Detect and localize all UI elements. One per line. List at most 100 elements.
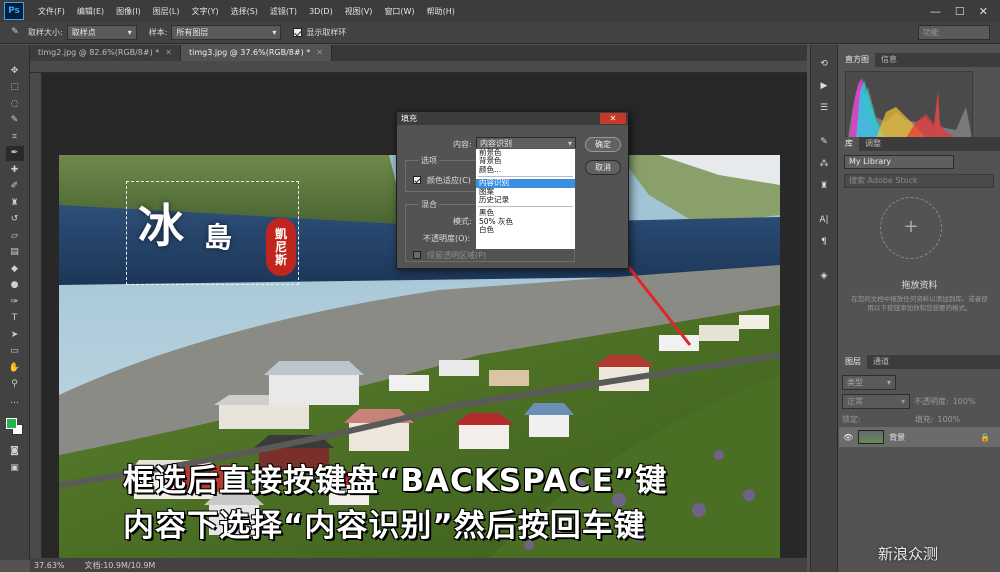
tab-channels[interactable]: 通道 bbox=[867, 355, 895, 369]
close-window-button[interactable]: ✕ bbox=[979, 5, 988, 18]
library-panel: 库 调整 My Library 搜索 Adobe Stock + 拖放资料 在您… bbox=[839, 137, 1000, 350]
paragraph-icon[interactable]: ¶ bbox=[816, 235, 832, 249]
dodge-tool-icon[interactable]: ● bbox=[6, 278, 24, 293]
layer-kind-filter[interactable]: 类型 ▾ bbox=[842, 374, 896, 390]
history-icon[interactable]: ⟲ bbox=[816, 57, 832, 71]
menu-filter[interactable]: 滤镜(T) bbox=[264, 6, 303, 17]
library-select[interactable]: My Library bbox=[844, 155, 954, 169]
brush-settings-icon[interactable]: ✎ bbox=[816, 135, 832, 149]
menu-help[interactable]: 帮助(H) bbox=[421, 6, 461, 17]
menu-view[interactable]: 视图(V) bbox=[339, 6, 379, 17]
dropdown-item-white[interactable]: 白色 bbox=[476, 225, 575, 234]
sample-size-select[interactable]: 取样点 ▾ bbox=[66, 25, 137, 40]
3d-icon[interactable]: ◈ bbox=[816, 269, 832, 283]
clone-stamp-tool-icon[interactable]: ♜ bbox=[6, 195, 24, 210]
layer-opacity-value[interactable]: 100% bbox=[953, 397, 976, 406]
hand-tool-icon[interactable]: ✋ bbox=[6, 360, 24, 375]
quick-mask-icon[interactable]: ◙ bbox=[6, 444, 24, 459]
crop-tool-icon[interactable]: ⌗ bbox=[6, 129, 24, 144]
menu-window[interactable]: 窗口(W) bbox=[378, 6, 420, 17]
seal-char: 凱 bbox=[274, 226, 287, 241]
menu-select[interactable]: 选择(S) bbox=[225, 6, 264, 17]
dialog-title-bar[interactable]: 填充 bbox=[397, 112, 628, 125]
blend-mode-select[interactable]: 正常 ▾ bbox=[842, 393, 910, 409]
menu-layer[interactable]: 图层(L) bbox=[147, 6, 186, 17]
show-ring-checkbox[interactable] bbox=[293, 28, 303, 37]
document-tabs: timg2.jpg @ 82.6%(RGB/8#) * ✕ timg3.jpg @… bbox=[30, 45, 807, 61]
seal-char: 尼 bbox=[274, 239, 287, 254]
dialog-close-button[interactable]: ✕ bbox=[600, 113, 626, 124]
history-brush-tool-icon[interactable]: ↺ bbox=[6, 212, 24, 227]
workspace-select[interactable]: 功能 bbox=[918, 25, 990, 40]
library-help-text: 在您的文档中拖放任何资料以添加到库。或者使用以下按钮添加你和您想要的格式。 bbox=[851, 295, 988, 312]
fill-value[interactable]: 100% bbox=[937, 415, 960, 424]
preserve-transparency-label: 保留透明区域(P) bbox=[427, 251, 487, 260]
eyedropper-tool-icon[interactable]: ✒ bbox=[5, 145, 24, 161]
add-asset-icon[interactable]: + bbox=[880, 197, 942, 259]
tab-adjustments[interactable]: 调整 bbox=[859, 137, 887, 151]
dropdown-item-color[interactable]: 颜色... bbox=[476, 165, 575, 174]
tools-panel: ✥ ⬚ ◌ ✎ ⌗ ✒ ✚ ✐ ♜ ↺ ▱ ▤ ◆ ● ✑ T ➤ ▭ ✋ ⚲ … bbox=[0, 45, 30, 560]
more-tools-icon[interactable]: … bbox=[6, 393, 24, 408]
menu-edit[interactable]: 编辑(E) bbox=[71, 6, 110, 17]
blur-tool-icon[interactable]: ◆ bbox=[6, 261, 24, 276]
color-adapt-checkbox[interactable] bbox=[413, 176, 421, 184]
eyedropper-preset-icon[interactable]: ✎ bbox=[6, 24, 24, 39]
menu-image[interactable]: 图像(I) bbox=[110, 6, 147, 17]
clone-source-icon[interactable]: ♜ bbox=[816, 179, 832, 193]
preserve-transparency-checkbox[interactable] bbox=[413, 251, 421, 259]
zoom-tool-icon[interactable]: ⚲ bbox=[6, 377, 24, 392]
chevron-down-icon: ▾ bbox=[900, 396, 905, 406]
menu-file[interactable]: 文件(F) bbox=[32, 6, 71, 17]
screen-mode-icon[interactable]: ▣ bbox=[6, 460, 24, 475]
foreground-color-swatch[interactable] bbox=[5, 417, 17, 429]
menu-3d[interactable]: 3D(D) bbox=[303, 7, 339, 16]
close-tab-icon[interactable]: ✕ bbox=[165, 48, 172, 57]
tab-layers[interactable]: 图层 bbox=[839, 355, 867, 369]
histogram-panel-tabs: 直方图 信息 bbox=[839, 53, 1000, 67]
sample-size-label: 取样大小: bbox=[28, 28, 63, 37]
minimize-button[interactable]: — bbox=[930, 5, 941, 18]
dropdown-item-history[interactable]: 历史记录 bbox=[476, 195, 575, 204]
rectangle-tool-icon[interactable]: ▭ bbox=[6, 344, 24, 359]
layer-thumbnail bbox=[858, 430, 885, 444]
type-tool-icon[interactable]: T bbox=[6, 311, 24, 326]
content-label: 内容: bbox=[453, 140, 472, 149]
layer-opacity-label: 不透明度: bbox=[914, 396, 949, 406]
tab-timg3[interactable]: timg3.jpg @ 37.6%(RGB/8#) * ✕ bbox=[180, 45, 332, 61]
stock-search-input[interactable]: 搜索 Adobe Stock bbox=[844, 174, 994, 188]
marquee-tool-icon[interactable]: ⬚ bbox=[6, 80, 24, 95]
eraser-tool-icon[interactable]: ▱ bbox=[6, 228, 24, 243]
color-swatches[interactable] bbox=[4, 416, 26, 438]
sample-select[interactable]: 所有图层 ▾ bbox=[171, 25, 282, 40]
tab-library[interactable]: 库 bbox=[839, 137, 859, 151]
healing-brush-tool-icon[interactable]: ✚ bbox=[6, 162, 24, 177]
zoom-level[interactable]: 37.63% bbox=[34, 561, 65, 570]
tab-histogram[interactable]: 直方图 bbox=[839, 53, 875, 67]
cancel-button[interactable]: 取消 bbox=[585, 160, 621, 175]
pen-tool-icon[interactable]: ✑ bbox=[6, 294, 24, 309]
lasso-tool-icon[interactable]: ◌ bbox=[6, 96, 24, 111]
character-icon[interactable]: A| bbox=[816, 213, 832, 227]
doc-size: 文档:10.9M/10.9M bbox=[84, 560, 156, 570]
tab-info[interactable]: 信息 bbox=[875, 53, 903, 67]
layer-row-background[interactable]: 👁 背景 🔒 bbox=[839, 427, 1000, 447]
move-tool-icon[interactable]: ✥ bbox=[6, 63, 24, 78]
tab-timg2[interactable]: timg2.jpg @ 82.6%(RGB/8#) * ✕ bbox=[30, 45, 181, 61]
properties-icon[interactable]: ☰ bbox=[816, 101, 832, 115]
quick-select-tool-icon[interactable]: ✎ bbox=[6, 113, 24, 128]
ok-button[interactable]: 确定 bbox=[585, 137, 621, 152]
actions-icon[interactable]: ▶ bbox=[816, 79, 832, 93]
menu-type[interactable]: 文字(Y) bbox=[185, 6, 224, 17]
mode-label: 模式: bbox=[453, 217, 472, 226]
red-seal: 凱 尼 斯 bbox=[266, 218, 296, 276]
maximize-button[interactable]: ☐ bbox=[955, 5, 965, 18]
lock-icon: 🔒 bbox=[980, 432, 990, 442]
eye-icon[interactable]: 👁 bbox=[843, 433, 853, 442]
path-select-tool-icon[interactable]: ➤ bbox=[6, 327, 24, 342]
gradient-tool-icon[interactable]: ▤ bbox=[6, 245, 24, 260]
brush-tool-icon[interactable]: ✐ bbox=[6, 179, 24, 194]
close-tab-icon[interactable]: ✕ bbox=[316, 48, 323, 57]
brushes-icon[interactable]: ⁂ bbox=[816, 157, 832, 171]
horizontal-ruler bbox=[30, 61, 807, 73]
